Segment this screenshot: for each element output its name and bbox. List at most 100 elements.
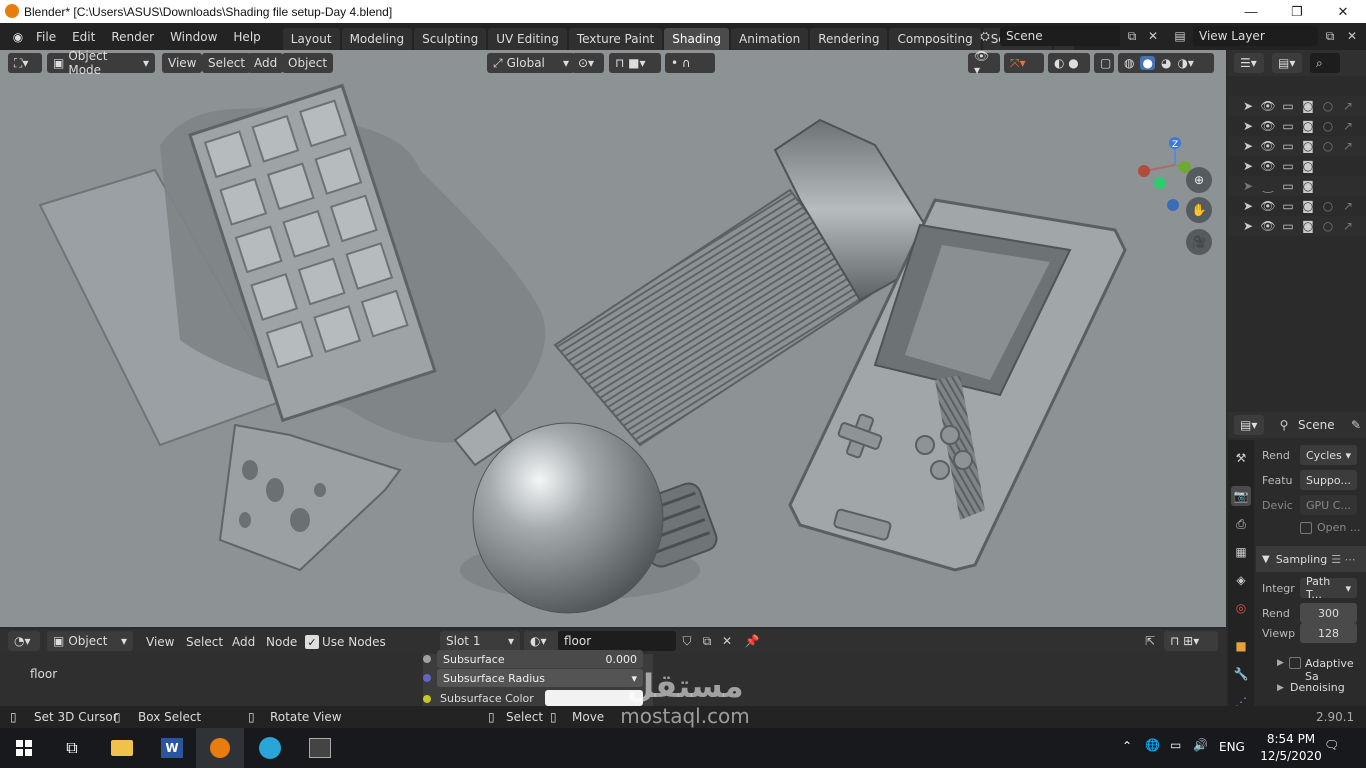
holdout-icon[interactable]: ○ — [1318, 136, 1338, 156]
battery-icon[interactable]: ▭ — [1170, 738, 1181, 752]
solid-shading-icon[interactable]: ● — [1140, 56, 1155, 70]
viewport-menu-select[interactable]: Select — [202, 53, 252, 73]
camera-view-icon[interactable]: 🎥 — [1186, 229, 1212, 255]
node-menu-select[interactable]: Select — [186, 635, 223, 649]
view-layer-icon[interactable]: ▤ — [1170, 26, 1190, 46]
material-shading-icon[interactable]: ◕ — [1161, 56, 1171, 70]
zoom-icon[interactable]: ⊕ — [1186, 167, 1212, 193]
blender-menu-icon[interactable]: ◉ — [8, 27, 28, 47]
use-nodes-checkbox[interactable]: ✓ — [305, 635, 319, 649]
camera-icon[interactable]: ◙ — [1298, 136, 1318, 156]
tab-texture-paint[interactable]: Texture Paint — [568, 28, 663, 50]
fake-user-shield-icon[interactable]: ⛉ — [677, 631, 697, 651]
snap-button[interactable]: ⊓ ■▾ — [609, 53, 661, 73]
node-menu-add[interactable]: Add — [232, 635, 255, 649]
scene-icon[interactable]: ⛭ — [975, 26, 995, 46]
outliner-row[interactable]: ➤ 👁 ▭ ◙ ○ ↗ — [1228, 96, 1366, 116]
scene-selector[interactable]: Scene — [1000, 26, 1120, 46]
wireframe-shading-icon[interactable]: ◍ — [1124, 56, 1134, 70]
eye-icon[interactable]: 👁 — [1258, 96, 1278, 116]
file-explorer-icon[interactable] — [98, 728, 146, 768]
pivot-point-button[interactable]: ⊙▾ — [572, 53, 604, 73]
sampling-panel-header[interactable]: ▼ Sampling ☰ ⋯ — [1256, 546, 1366, 572]
render-samples-input[interactable]: 300 — [1300, 603, 1357, 623]
shading-mode-buttons[interactable]: ◍ ● ◕ ◑▾ — [1118, 53, 1214, 73]
tab-sculpting[interactable]: Sculpting — [414, 28, 487, 50]
unlink-material-icon[interactable]: ✕ — [717, 631, 737, 651]
viewport-menu-add[interactable]: Add — [248, 53, 284, 73]
minimize-button[interactable]: — — [1228, 0, 1274, 23]
outliner-panel[interactable]: ☰▾ ▤▾ ⌕ ➤ 👁 ▭ ◙ ○ ↗ ➤ 👁 ▭ ◙ ○ ↗ ➤ 👁 ▭ ◙ ○ ↗ ➤ 👁 ▭ ◙ ➤ ‿ ▭ ◙ ➤… — [1228, 50, 1366, 410]
visibility-button[interactable]: 👁▾ — [968, 50, 1000, 77]
shader-type-dropdown[interactable]: ▣ Object ▾ — [47, 631, 133, 651]
holdout-icon[interactable]: ○ — [1318, 96, 1338, 116]
eye-closed-icon[interactable]: ‿ — [1258, 176, 1278, 196]
outliner-search[interactable]: ⌕ — [1310, 53, 1340, 73]
display-mode-button[interactable]: ▤▾ — [1272, 53, 1302, 73]
monitor-icon[interactable]: ▭ — [1278, 216, 1298, 236]
media-app-icon[interactable] — [296, 728, 344, 768]
rendered-shading-icon[interactable]: ◑▾ — [1177, 56, 1194, 70]
indirect-icon[interactable]: ↗ — [1338, 196, 1358, 216]
adaptive-sampling-checkbox[interactable] — [1289, 657, 1301, 669]
eye-icon[interactable]: 👁 — [1258, 216, 1278, 236]
monitor-icon[interactable]: ▭ — [1278, 176, 1298, 196]
menu-window[interactable]: Window — [162, 30, 225, 44]
clock-date[interactable]: 12/5/2020 — [1256, 749, 1326, 763]
language-indicator[interactable]: ENG — [1219, 740, 1245, 754]
material-slot-dropdown[interactable]: Slot 1 ▾ — [440, 631, 520, 651]
node-snap-button[interactable]: ⊓ ⊞▾ — [1164, 631, 1218, 651]
menu-help[interactable]: Help — [225, 30, 268, 44]
indirect-icon[interactable]: ↗ — [1338, 116, 1358, 136]
outliner-row[interactable]: ➤ 👁 ▭ ◙ ○ ↗ — [1228, 116, 1366, 136]
output-tab-icon[interactable]: ⎙ — [1231, 514, 1251, 534]
parent-node-tree-icon[interactable]: ⇱ — [1140, 631, 1160, 651]
camera-icon[interactable]: ◙ — [1298, 96, 1318, 116]
xray-button[interactable]: ▢ — [1094, 53, 1114, 73]
tab-shading[interactable]: Shading — [664, 28, 729, 50]
eye-icon[interactable]: 👁 — [1258, 196, 1278, 216]
delete-view-layer-icon[interactable]: ✕ — [1342, 26, 1362, 46]
denoising-panel-label[interactable]: Denoising — [1290, 681, 1345, 694]
feature-set-dropdown[interactable]: Suppo... — [1300, 470, 1357, 490]
editor-type-button[interactable]: ⛶▾ — [8, 53, 42, 73]
properties-editor-type-button[interactable]: ▤▾ — [1234, 415, 1264, 435]
view-layer-tab-icon[interactable]: ▦ — [1231, 542, 1251, 562]
camera-icon[interactable]: ◙ — [1298, 116, 1318, 136]
presets-icon[interactable]: ☰ ⋯ — [1331, 553, 1355, 566]
outliner-row[interactable]: ➤ ‿ ▭ ◙ — [1228, 176, 1366, 196]
tab-compositing[interactable]: Compositing — [889, 28, 981, 50]
view-layer-selector[interactable]: View Layer — [1193, 26, 1318, 46]
indirect-icon[interactable]: ↗ — [1338, 136, 1358, 156]
maximize-button[interactable]: ❐ — [1274, 0, 1320, 23]
word-icon[interactable]: W — [148, 728, 196, 768]
monitor-icon[interactable]: ▭ — [1278, 136, 1298, 156]
proportional-editing-button[interactable]: • ∩ — [665, 53, 715, 73]
camera-icon[interactable]: ◙ — [1298, 196, 1318, 216]
monitor-icon[interactable]: ▭ — [1278, 116, 1298, 136]
outliner-editor-type-button[interactable]: ☰▾ — [1234, 53, 1264, 73]
clock-time[interactable]: 8:54 PM — [1256, 732, 1326, 746]
node-menu-node[interactable]: Node — [266, 635, 297, 649]
windows-start-icon[interactable] — [0, 728, 48, 768]
blender-taskbar-icon[interactable] — [196, 728, 244, 768]
tab-modeling[interactable]: Modeling — [341, 28, 413, 50]
menu-render[interactable]: Render — [103, 30, 162, 44]
pin-icon[interactable]: 📌 — [742, 631, 762, 651]
copy-scene-icon[interactable]: ⧉ — [1122, 26, 1142, 46]
duplicate-material-icon[interactable]: ⧉ — [697, 631, 717, 651]
material-name-field[interactable]: floor — [558, 631, 676, 651]
pin-icon[interactable]: ✎ — [1346, 415, 1366, 435]
holdout-icon[interactable]: ○ — [1318, 216, 1338, 236]
indirect-icon[interactable]: ↗ — [1338, 96, 1358, 116]
device-dropdown[interactable]: GPU C... — [1300, 495, 1357, 515]
node-editor-type-button[interactable]: ◔▾ — [8, 631, 40, 651]
world-tab-icon[interactable]: ◎ — [1231, 598, 1251, 618]
menu-edit[interactable]: Edit — [64, 30, 103, 44]
eye-icon[interactable]: 👁 — [1258, 156, 1278, 176]
holdout-icon[interactable]: ○ — [1318, 196, 1338, 216]
camera-icon[interactable]: ◙ — [1298, 156, 1318, 176]
outliner-row[interactable]: ➤ 👁 ▭ ◙ ○ ↗ — [1228, 196, 1366, 216]
3d-viewport[interactable]: ⛶▾ ▣ Object Mode ▾ View Select Add Object … — [0, 50, 1226, 627]
close-button[interactable]: ✕ — [1320, 0, 1366, 23]
